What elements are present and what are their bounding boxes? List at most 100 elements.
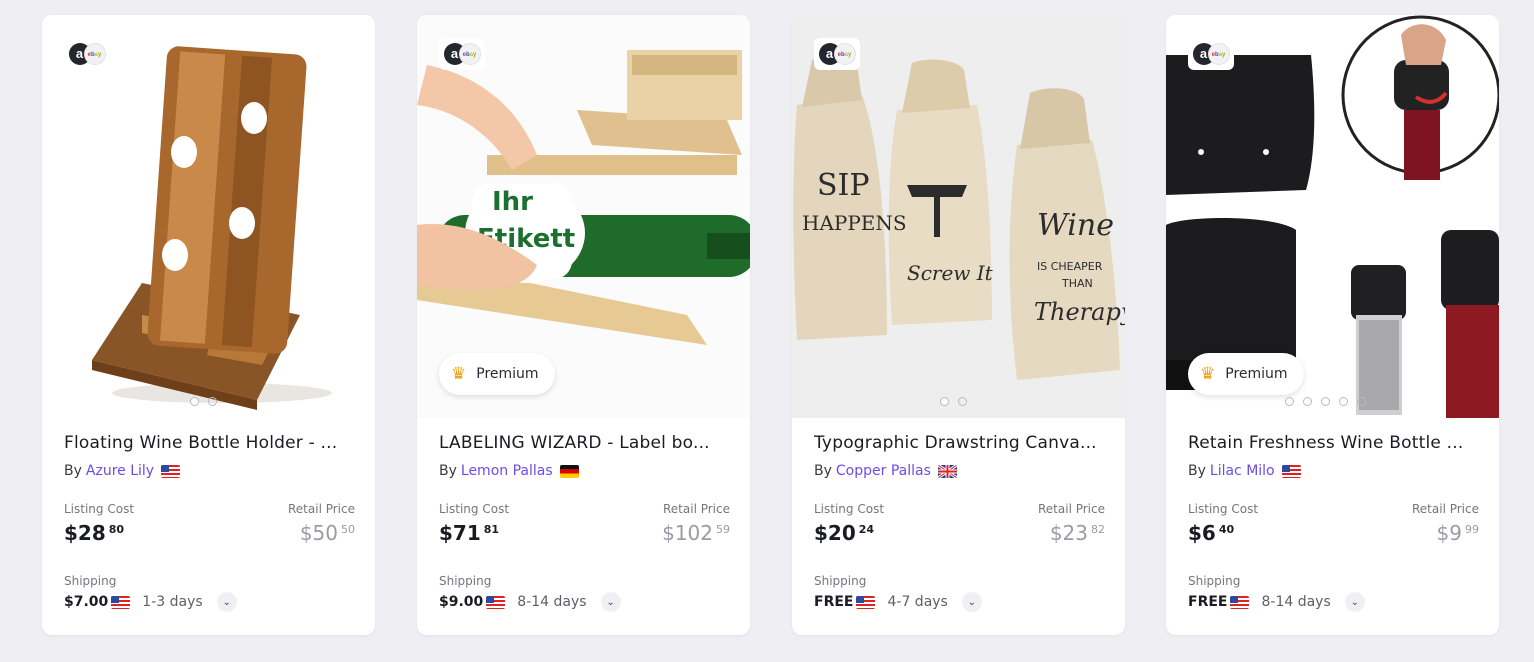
shipping-label: Shipping bbox=[814, 574, 867, 588]
carousel-dot[interactable] bbox=[940, 397, 949, 406]
shipping-row: $9.00 8-14 days ⌄ bbox=[439, 592, 621, 612]
retail-price-label: Retail Price bbox=[663, 502, 730, 516]
shipping-cost: $7.00 bbox=[64, 594, 109, 610]
by-label: By bbox=[1188, 463, 1206, 479]
shipping-days: 1-3 days bbox=[142, 594, 203, 610]
ebay-logo-icon: ebay bbox=[1207, 43, 1230, 65]
product-image[interactable]: Ihr Etikett a ebay ♛ Premium bbox=[417, 15, 750, 418]
premium-label: Premium bbox=[476, 366, 539, 382]
wooden-wine-rack-image bbox=[42, 15, 375, 418]
retail-price-label: Retail Price bbox=[1412, 502, 1479, 516]
seller-link[interactable]: Copper Pallas bbox=[836, 463, 931, 479]
retail-price-value: $50 50 bbox=[299, 521, 355, 545]
ebay-logo-icon: ebay bbox=[83, 43, 106, 65]
listing-cost-value: $28 80 bbox=[64, 521, 125, 545]
by-label: By bbox=[439, 463, 457, 479]
carousel-dots bbox=[1285, 397, 1366, 406]
carousel-dots bbox=[940, 397, 967, 406]
source-marketplace-badge: a ebay bbox=[1188, 38, 1234, 70]
seller-link[interactable]: Azure Lily bbox=[86, 463, 154, 479]
shipping-row: $7.00 1-3 days ⌄ bbox=[64, 592, 237, 612]
chevron-down-icon[interactable]: ⌄ bbox=[961, 592, 982, 612]
premium-label: Premium bbox=[1225, 366, 1288, 382]
shipping-days: 8-14 days bbox=[1261, 594, 1331, 610]
ebay-logo-icon: ebay bbox=[458, 43, 481, 65]
carousel-dots bbox=[190, 397, 217, 406]
us-flag-icon bbox=[1281, 464, 1301, 478]
product-title[interactable]: Retain Freshness Wine Bottle ... bbox=[1188, 433, 1478, 453]
premium-badge: ♛ Premium bbox=[1188, 353, 1304, 395]
carousel-dot[interactable] bbox=[1285, 397, 1294, 406]
product-card[interactable]: Ihr Etikett a ebay ♛ Premium LABELING WI… bbox=[417, 15, 750, 635]
us-flag-icon bbox=[161, 464, 181, 478]
shipping-cost: FREE bbox=[1188, 594, 1228, 610]
shipping-days: 4-7 days bbox=[887, 594, 948, 610]
gb-flag-icon bbox=[937, 464, 957, 478]
shipping-label: Shipping bbox=[1188, 574, 1241, 588]
product-card[interactable]: SIP HAPPENS Screw It Wine IS CHEAPER THA… bbox=[792, 15, 1125, 635]
premium-badge: ♛ Premium bbox=[439, 353, 555, 395]
seller-line: By Lemon Pallas bbox=[439, 463, 579, 479]
canvas-wine-bags-image: SIP HAPPENS Screw It Wine IS CHEAPER THA… bbox=[792, 15, 1125, 418]
product-title[interactable]: LABELING WIZARD - Label bo... bbox=[439, 433, 729, 453]
crown-icon: ♛ bbox=[451, 363, 467, 384]
svg-text:Wine: Wine bbox=[1037, 208, 1114, 243]
product-title[interactable]: Typographic Drawstring Canva... bbox=[814, 433, 1104, 453]
chevron-down-icon[interactable]: ⌄ bbox=[1344, 592, 1365, 612]
carousel-dot[interactable] bbox=[1303, 397, 1312, 406]
seller-link[interactable]: Lemon Pallas bbox=[461, 463, 553, 479]
retail-price-label: Retail Price bbox=[1038, 502, 1105, 516]
svg-text:IS CHEAPER: IS CHEAPER bbox=[1037, 260, 1103, 273]
listing-cost-label: Listing Cost bbox=[814, 502, 885, 516]
svg-text:Screw It: Screw It bbox=[907, 261, 994, 285]
product-title[interactable]: Floating Wine Bottle Holder - ... bbox=[64, 433, 354, 453]
seller-line: By Copper Pallas bbox=[814, 463, 957, 479]
carousel-dot[interactable] bbox=[190, 397, 199, 406]
listing-cost-value: $6 40 bbox=[1188, 521, 1235, 545]
shipping-row: FREE 8-14 days ⌄ bbox=[1188, 592, 1365, 612]
crown-icon: ♛ bbox=[1200, 363, 1216, 384]
source-marketplace-badge: a ebay bbox=[439, 38, 485, 70]
carousel-dot[interactable] bbox=[958, 397, 967, 406]
svg-text:HAPPENS: HAPPENS bbox=[802, 211, 907, 235]
product-card[interactable]: a ebay Floating Wine Bottle Holder - ...… bbox=[42, 15, 375, 635]
listing-cost-value: $20 24 bbox=[814, 521, 875, 545]
retail-price-value: $9 99 bbox=[1436, 521, 1479, 545]
us-flag-icon bbox=[486, 595, 506, 609]
source-marketplace-badge: a ebay bbox=[64, 38, 110, 70]
carousel-dot[interactable] bbox=[1339, 397, 1348, 406]
us-flag-icon bbox=[856, 595, 876, 609]
us-flag-icon bbox=[111, 595, 131, 609]
product-image[interactable]: a ebay ♛ Premium bbox=[1166, 15, 1499, 418]
product-image[interactable]: SIP HAPPENS Screw It Wine IS CHEAPER THA… bbox=[792, 15, 1125, 418]
chevron-down-icon[interactable]: ⌄ bbox=[600, 592, 621, 612]
by-label: By bbox=[814, 463, 832, 479]
source-marketplace-badge: a ebay bbox=[814, 38, 860, 70]
product-grid: a ebay Floating Wine Bottle Holder - ...… bbox=[0, 0, 1534, 662]
shipping-label: Shipping bbox=[439, 574, 492, 588]
carousel-dot[interactable] bbox=[208, 397, 217, 406]
carousel-dot[interactable] bbox=[1321, 397, 1330, 406]
svg-text:SIP: SIP bbox=[817, 168, 870, 203]
svg-text:THAN: THAN bbox=[1061, 277, 1093, 290]
product-card[interactable]: a ebay ♛ Premium Retain Freshness Wine B… bbox=[1166, 15, 1499, 635]
listing-cost-label: Listing Cost bbox=[1188, 502, 1259, 516]
svg-text:Therapy: Therapy bbox=[1034, 298, 1125, 326]
shipping-label: Shipping bbox=[64, 574, 117, 588]
svg-text:Ihr: Ihr bbox=[492, 187, 533, 217]
listing-cost-label: Listing Cost bbox=[64, 502, 135, 516]
seller-link[interactable]: Lilac Milo bbox=[1210, 463, 1275, 479]
carousel-dot[interactable] bbox=[1357, 397, 1366, 406]
listing-cost-label: Listing Cost bbox=[439, 502, 510, 516]
listing-cost-value: $71 81 bbox=[439, 521, 500, 545]
chevron-down-icon[interactable]: ⌄ bbox=[216, 592, 237, 612]
retail-price-label: Retail Price bbox=[288, 502, 355, 516]
product-image[interactable]: a ebay bbox=[42, 15, 375, 418]
retail-price-value: $102 59 bbox=[662, 521, 730, 545]
shipping-row: FREE 4-7 days ⌄ bbox=[814, 592, 982, 612]
de-flag-icon bbox=[559, 464, 579, 478]
seller-line: By Lilac Milo bbox=[1188, 463, 1301, 479]
seller-line: By Azure Lily bbox=[64, 463, 181, 479]
shipping-cost: $9.00 bbox=[439, 594, 484, 610]
us-flag-icon bbox=[1230, 595, 1250, 609]
